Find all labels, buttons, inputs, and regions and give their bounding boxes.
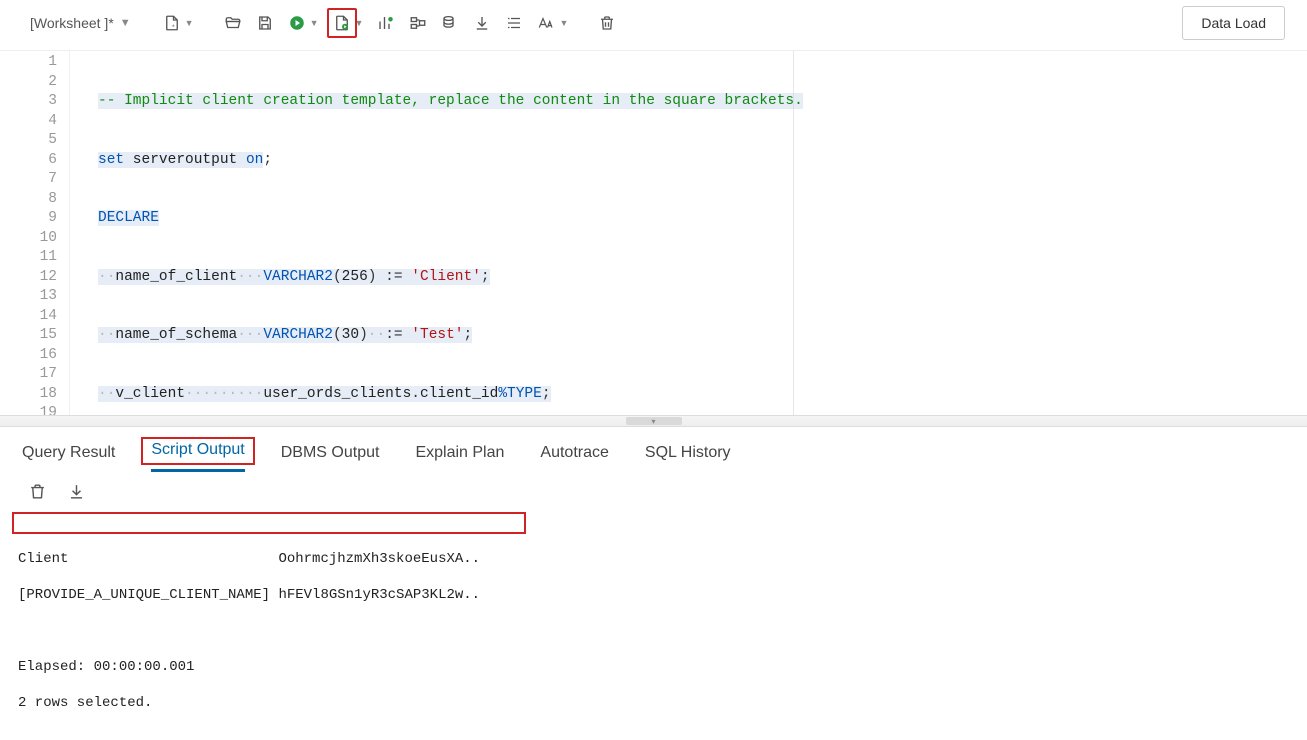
tab-script-output[interactable]: Script Output: [151, 441, 244, 472]
tab-explain-plan[interactable]: Explain Plan: [415, 444, 504, 472]
splitter-handle[interactable]: ▾: [626, 417, 682, 425]
save-icon[interactable]: [250, 8, 280, 38]
worksheet-label[interactable]: [Worksheet ]*: [30, 15, 114, 31]
download-icon[interactable]: [467, 8, 497, 38]
trash-icon[interactable]: [592, 8, 622, 38]
output-rowcount: 2 rows selected.: [18, 694, 1289, 712]
new-file-icon[interactable]: *: [157, 8, 187, 38]
output-toolbar: [0, 472, 1307, 510]
code-editor[interactable]: 123 456 789 101112 131415 161718 192021 …: [0, 51, 1307, 415]
panel-splitter[interactable]: ▾: [0, 415, 1307, 427]
tab-sql-history[interactable]: SQL History: [645, 444, 731, 472]
output-download-icon[interactable]: [67, 482, 86, 504]
code-body[interactable]: -- Implicit client creation template, re…: [70, 51, 1221, 415]
explain-plan-icon[interactable]: [371, 8, 401, 38]
data-load-button[interactable]: Data Load: [1182, 6, 1285, 40]
tab-query-result[interactable]: Query Result: [22, 444, 115, 472]
toolbar: [Worksheet ]* ▼ * ▼ ▼ ▼ ▼ Data Load: [0, 0, 1307, 51]
output-row-1: Client OohrmcjhzmXh3skoeEusXA..: [18, 550, 1289, 568]
output-clear-icon[interactable]: [28, 482, 47, 504]
tab-dbms-output[interactable]: DBMS Output: [281, 444, 380, 472]
tab-autotrace[interactable]: Autotrace: [540, 444, 608, 472]
open-file-icon[interactable]: [218, 8, 248, 38]
worksheet-dropdown-caret[interactable]: ▼: [120, 17, 131, 29]
format-icon[interactable]: [499, 8, 529, 38]
autotrace-icon[interactable]: [403, 8, 433, 38]
results-tabs: Query Result Script Output DBMS Output E…: [0, 427, 1307, 472]
output-highlight-box: [12, 512, 526, 534]
output-row-2: [PROVIDE_A_UNIQUE_CLIENT_NAME] hFEVl8GSn…: [18, 586, 1289, 604]
db-refresh-icon[interactable]: [435, 8, 465, 38]
run-script-icon[interactable]: [327, 8, 357, 38]
svg-text:*: *: [172, 24, 175, 31]
run-statement-icon[interactable]: [282, 8, 312, 38]
font-size-icon[interactable]: [531, 8, 561, 38]
output-elapsed: Elapsed: 00:00:00.001: [18, 658, 1289, 676]
line-gutter: 123 456 789 101112 131415 161718 192021 …: [0, 51, 70, 415]
script-output-body: Client OohrmcjhzmXh3skoeEusXA.. [PROVIDE…: [0, 510, 1307, 740]
